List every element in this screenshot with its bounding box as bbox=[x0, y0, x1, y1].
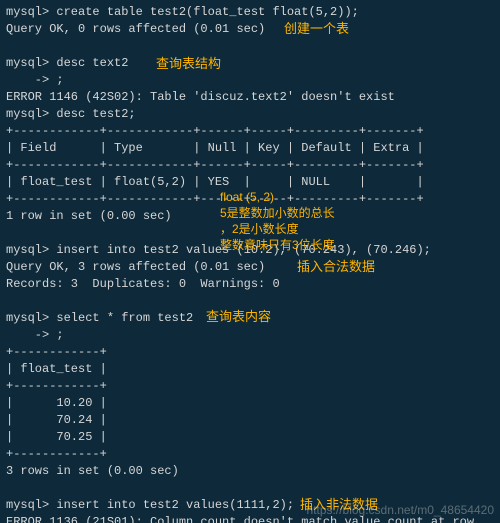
annotation-float-note-line3: ，2是小数长度 bbox=[220, 221, 299, 237]
annotation-insert-legal: 插入合法数据 bbox=[297, 259, 375, 275]
watermark: https://blog.csdn.net/m0_48654420 bbox=[307, 502, 494, 519]
mysql-terminal[interactable]: mysql> create table test2(float_test flo… bbox=[0, 0, 500, 523]
annotation-create-table: 创建一个表 bbox=[284, 21, 349, 37]
annotation-float-note-line1: float (5, 2) bbox=[220, 189, 274, 205]
annotation-float-note-line2: 5是整数加小数的总长 bbox=[220, 205, 335, 221]
annotation-select-content: 查询表内容 bbox=[206, 309, 271, 325]
annotation-float-note-line4: 整数意味只有3位长度 bbox=[220, 237, 335, 253]
annotation-desc-structure: 查询表结构 bbox=[156, 56, 221, 72]
